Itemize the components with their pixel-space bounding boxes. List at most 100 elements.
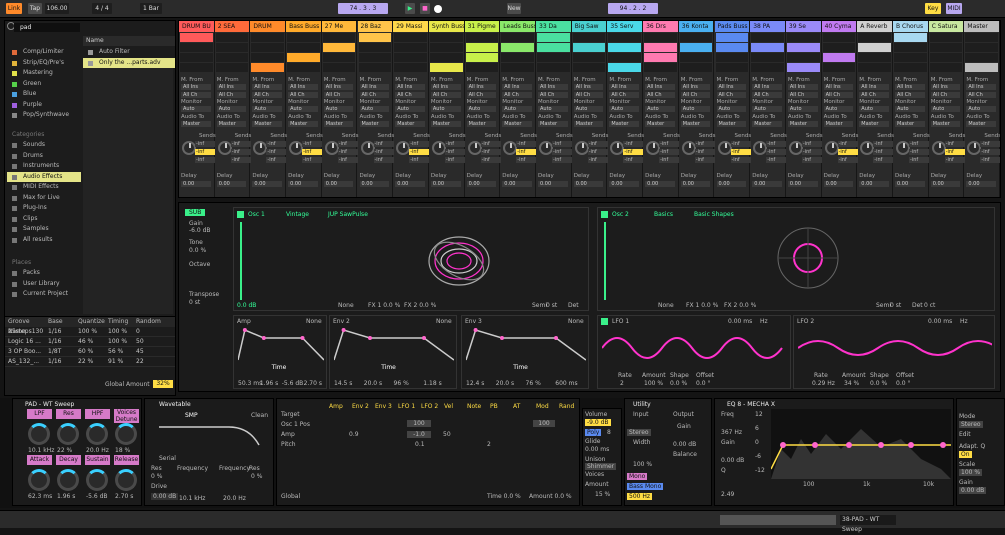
send-value[interactable]: -inf — [694, 149, 715, 155]
track-delay-value[interactable]: 0.00 — [895, 181, 925, 187]
groove-row[interactable]: AS_132_... 1/16 22 % 91 % 22 — [5, 357, 175, 367]
clip-slot[interactable] — [429, 33, 463, 42]
send-value[interactable]: -inf — [444, 149, 465, 155]
clip-slot[interactable] — [501, 33, 534, 42]
send-a-knob[interactable] — [431, 141, 446, 155]
clip-slot[interactable] — [537, 53, 570, 62]
clip-slot[interactable] — [358, 33, 392, 42]
clip-slot[interactable] — [572, 43, 606, 52]
groove-cell[interactable]: 46 % — [75, 337, 105, 346]
macro-lpf-button[interactable]: LPF — [27, 409, 52, 419]
mixer-master[interactable]: Master — [252, 121, 283, 127]
amp-adsr-value[interactable]: 1.96 s — [260, 380, 278, 387]
groove-cell[interactable]: 56 % — [105, 347, 133, 356]
send-value[interactable]: -inf — [373, 157, 394, 163]
mixer-master[interactable]: Master — [288, 121, 318, 127]
category-item[interactable]: Max for Live — [7, 193, 81, 204]
lfo2-offset-value[interactable]: 0.0 ° — [896, 380, 910, 387]
track-title[interactable]: 38 PA — [750, 21, 785, 32]
osc1-toggle[interactable] — [237, 211, 244, 218]
scrollbar[interactable] — [720, 515, 836, 525]
macro-value[interactable]: 2.70 s — [115, 493, 133, 500]
macro-voices-button[interactable]: Voices Detune — [114, 409, 139, 423]
lfo1-rate-value[interactable]: 2 — [620, 380, 624, 387]
mixer-allch[interactable]: All Ch — [752, 92, 782, 98]
width-value[interactable]: 100 % — [633, 461, 652, 468]
filter-routing[interactable]: Serial — [159, 455, 176, 462]
poly-button[interactable]: Poly — [585, 429, 602, 436]
track-delay-value[interactable]: 0.00 — [966, 181, 997, 187]
send-value[interactable]: -inf — [552, 149, 572, 155]
mixer-master[interactable]: Master — [502, 121, 532, 127]
groove-column-header[interactable]: Base — [45, 317, 75, 327]
clip-slot[interactable] — [715, 43, 749, 52]
mixer-auto[interactable]: Auto — [538, 106, 568, 112]
mixer-allins[interactable]: All Ins — [752, 84, 782, 90]
clip-slot[interactable] — [322, 53, 356, 62]
result-item[interactable]: Auto Filter — [83, 47, 175, 58]
clip-slot[interactable] — [858, 53, 891, 62]
send-a-knob[interactable] — [182, 141, 196, 155]
clip-slot[interactable] — [465, 63, 499, 72]
matrix-amp-vel[interactable]: 50 — [443, 431, 451, 438]
send-a-knob[interactable] — [753, 141, 768, 155]
send-value[interactable]: -inf — [587, 157, 608, 163]
mixer-allins[interactable]: All Ins — [359, 84, 390, 90]
mixer-auto[interactable]: Auto — [216, 106, 247, 112]
clip-slot[interactable] — [644, 43, 677, 52]
matrix-row-label[interactable]: Osc 1 Pos — [281, 421, 310, 428]
browser-column-header[interactable]: Name — [83, 36, 175, 46]
send-value[interactable]: -inf — [409, 141, 430, 147]
lfo2-rate-value[interactable]: 0.29 Hz — [812, 380, 835, 387]
send-a-knob[interactable] — [824, 141, 839, 155]
clip-slot[interactable] — [537, 63, 570, 72]
osc2-fx1[interactable]: FX 1 0.0 % — [686, 302, 718, 309]
mixer-allins[interactable]: All Ins — [645, 84, 675, 90]
mixer-auto[interactable]: Auto — [752, 106, 782, 112]
clip-slot[interactable] — [894, 53, 927, 62]
osc2-toggle[interactable] — [601, 211, 608, 218]
mixer-master[interactable]: Master — [645, 121, 675, 127]
send-value[interactable]: -inf — [337, 149, 358, 155]
mixer-auto[interactable]: Auto — [502, 106, 532, 112]
send-value[interactable]: -inf — [409, 149, 430, 155]
clip-slot[interactable] — [215, 53, 249, 62]
midi-map-button[interactable]: MIDI — [946, 3, 962, 14]
mixer-auto[interactable]: Auto — [895, 106, 925, 112]
amp-adsr-value[interactable]: 2.70 s — [304, 380, 322, 387]
clip-slot[interactable] — [644, 53, 677, 62]
env3-adsr-value[interactable]: 20.0 s — [496, 380, 514, 387]
osc1-fx2[interactable]: FX 2 0.0 % — [404, 302, 436, 309]
matrix-amp-lfo1[interactable]: -1.0 — [407, 431, 431, 438]
mixer-master[interactable]: Master — [859, 121, 889, 127]
send-value[interactable]: -inf — [837, 157, 858, 163]
clip-slot[interactable] — [501, 53, 534, 62]
send-value[interactable]: -inf — [266, 157, 287, 163]
clip-slot[interactable] — [858, 63, 891, 72]
send-value[interactable]: -inf — [980, 149, 1000, 155]
clip-slot[interactable] — [429, 43, 463, 52]
osc1-fx1[interactable]: FX 1 0.0 % — [368, 302, 400, 309]
macro-knob[interactable] — [28, 423, 50, 445]
send-value[interactable]: -inf — [694, 141, 715, 147]
osc1-wavetable[interactable]: JUP SawPulse — [328, 211, 368, 218]
clip-slot[interactable] — [537, 33, 570, 42]
clip-slot[interactable] — [894, 43, 927, 52]
clip-slot[interactable] — [822, 33, 856, 42]
arrangement-position[interactable]: 74 . 3 . 3 — [338, 3, 388, 14]
lfo1-offset-value[interactable]: 0.0 ° — [696, 380, 710, 387]
clip-slot[interactable] — [394, 53, 427, 62]
clip-slot[interactable] — [608, 53, 642, 62]
mixer-allch[interactable]: All Ch — [323, 92, 354, 98]
clip-slot[interactable] — [572, 63, 606, 72]
macro-attack-button[interactable]: Attack — [27, 455, 52, 465]
send-value[interactable]: -inf — [801, 157, 822, 163]
track-title[interactable]: 36 Drs — [643, 21, 678, 32]
mixer-auto[interactable]: Auto — [395, 106, 425, 112]
macro-knob[interactable] — [57, 423, 79, 445]
clip-slot[interactable] — [679, 63, 713, 72]
track-delay-value[interactable]: 0.00 — [288, 181, 318, 187]
time-signature[interactable]: 4 / 4 — [92, 3, 112, 14]
send-value[interactable]: -inf — [516, 141, 537, 147]
mixer-allch[interactable]: All Ch — [181, 92, 211, 98]
